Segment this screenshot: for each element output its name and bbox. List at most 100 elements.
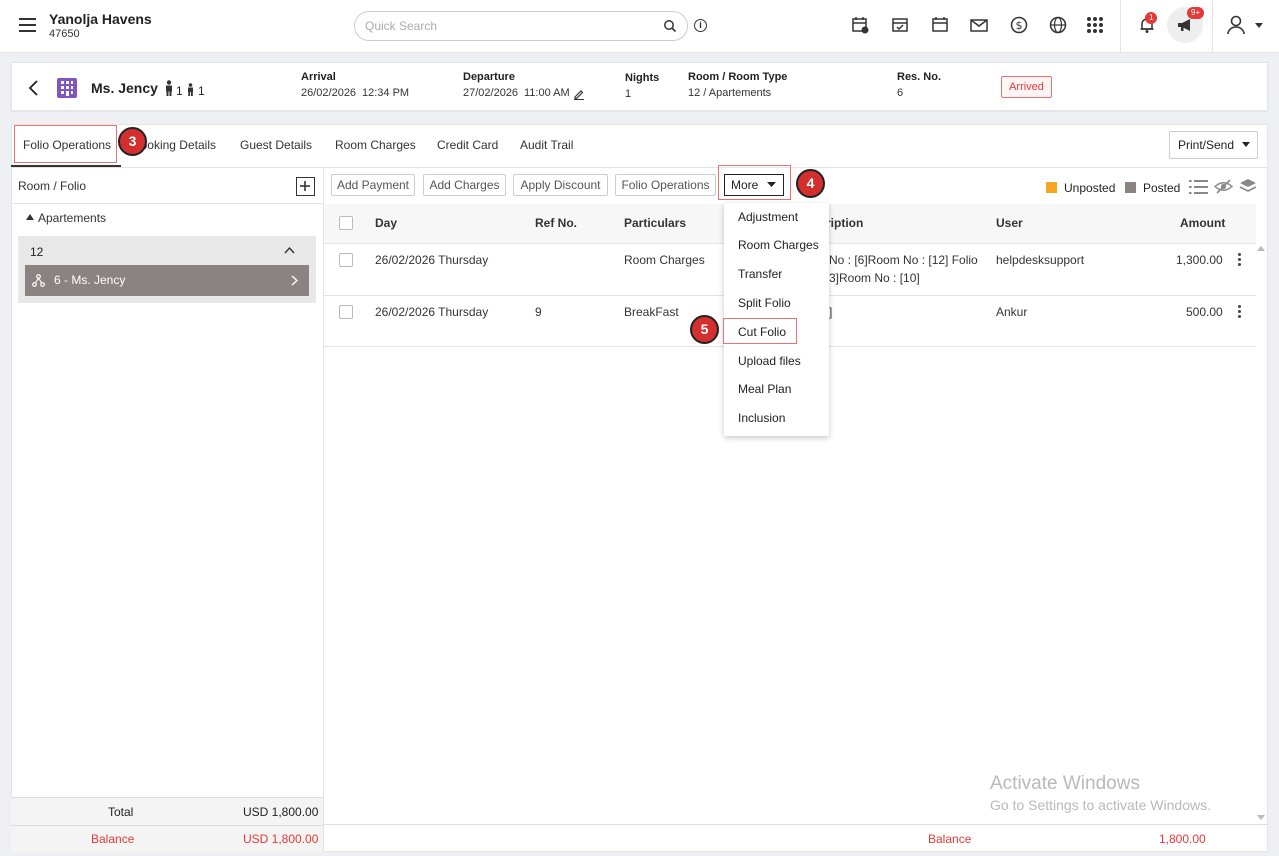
apply-discount-button[interactable]: Apply Discount: [513, 174, 608, 196]
menu-item-room-charges[interactable]: Room Charges: [738, 238, 819, 252]
adult-icon: [166, 80, 172, 96]
column-header-ref: Ref No.: [535, 216, 577, 230]
eye-off-icon[interactable]: [1214, 178, 1233, 195]
tab-booking-details[interactable]: Booking Details: [138, 138, 216, 152]
calendar-icon[interactable]: [930, 15, 950, 35]
calendar-add-icon[interactable]: [850, 15, 870, 35]
row-particulars: BreakFast: [624, 305, 679, 319]
calendar-check-icon[interactable]: [890, 15, 910, 35]
departure-date: 27/02/2026: [463, 87, 519, 99]
row-user: helpdesksupport: [996, 253, 1085, 267]
unposted-legend-swatch: [1046, 182, 1057, 193]
room-number[interactable]: 12: [30, 245, 43, 259]
column-header-day: Day: [375, 216, 398, 230]
scroll-down-arrow[interactable]: [1257, 815, 1265, 820]
chevron-up-icon[interactable]: [284, 247, 295, 254]
balance-divider: [11, 825, 323, 826]
arrival-label: Arrival: [301, 71, 336, 83]
row-checkbox[interactable]: [339, 305, 353, 319]
tab-guest-details[interactable]: Guest Details: [240, 138, 312, 152]
left-pane-header-divider: [11, 203, 323, 204]
menu-item-adjustment[interactable]: Adjustment: [738, 210, 798, 224]
menu-item-inclusion[interactable]: Inclusion: [738, 411, 785, 425]
folio-item[interactable]: 6 - Ms. Jency: [25, 265, 309, 296]
hotel-code: 47650: [49, 28, 80, 40]
step-marker-5: 5: [690, 315, 719, 344]
menu-item-split-folio[interactable]: Split Folio: [738, 296, 791, 310]
apps-grid-icon[interactable]: [1085, 15, 1105, 35]
room-folio-title: Room / Folio: [18, 179, 87, 193]
quick-search[interactable]: [354, 11, 688, 41]
add-payment-button[interactable]: Add Payment: [331, 174, 415, 196]
scroll-up-arrow[interactable]: [1257, 246, 1265, 251]
caret-down-icon: [767, 182, 776, 187]
room-group-label[interactable]: Apartements: [38, 211, 106, 225]
activate-windows-title: Activate Windows: [990, 773, 1140, 794]
row-description: No : [6]Room No : [12] Folio: [829, 253, 978, 267]
tab-room-charges[interactable]: Room Charges: [335, 138, 416, 152]
posted-legend-label: Posted: [1143, 181, 1181, 195]
list-view-icon[interactable]: [1189, 179, 1208, 195]
user-icon[interactable]: [1225, 14, 1247, 36]
add-charges-button[interactable]: Add Charges: [423, 174, 506, 196]
res-no-label: Res. No.: [897, 71, 942, 83]
select-all-checkbox[interactable]: [339, 216, 353, 230]
menu-item-cut-folio[interactable]: Cut Folio: [738, 325, 786, 339]
balance-label: Balance: [91, 832, 135, 846]
edit-pencil-icon[interactable]: [573, 88, 585, 100]
topbar-divider: [1212, 0, 1213, 53]
menu-item-meal-plan[interactable]: Meal Plan: [738, 382, 791, 396]
more-button[interactable]: More: [724, 174, 784, 196]
tab-folio-operations[interactable]: Folio Operations: [23, 138, 111, 152]
unposted-legend-label: Unposted: [1064, 181, 1116, 195]
currency-icon[interactable]: $: [1009, 15, 1029, 35]
row-checkbox[interactable]: [339, 253, 353, 267]
back-arrow-icon[interactable]: [27, 80, 39, 96]
res-no-value: 6: [897, 87, 904, 99]
room-type-label: Room / Room Type: [688, 71, 788, 83]
search-input[interactable]: [365, 18, 655, 34]
print-send-button[interactable]: Print/Send: [1169, 131, 1258, 159]
footer-divider: [324, 824, 1268, 825]
hotel-name: Yanolja Havens: [49, 11, 152, 27]
layers-icon[interactable]: [1239, 178, 1257, 195]
row-amount: 500.00: [1186, 305, 1223, 319]
balance-value: USD 1,800.00: [243, 832, 319, 846]
column-header-description: ription: [826, 216, 864, 230]
caret-up-icon[interactable]: [26, 214, 34, 220]
globe-icon[interactable]: [1048, 15, 1068, 35]
column-header-particulars: Particulars: [624, 216, 687, 230]
menu-item-transfer[interactable]: Transfer: [738, 267, 782, 281]
adult-count: 1: [176, 84, 183, 98]
building-icon: [57, 78, 77, 98]
chevron-right-icon: [291, 275, 298, 286]
step-marker-4: 4: [796, 169, 825, 198]
guest-name: Ms. Jency: [91, 80, 158, 96]
folio-item-label: 6 - Ms. Jency: [54, 273, 126, 287]
departure-time: 11:00 AM: [524, 87, 570, 99]
column-header-amount: Amount: [1180, 216, 1226, 230]
row-day: 26/02/2026 Thursday: [375, 253, 489, 267]
folio-operations-button[interactable]: Folio Operations: [615, 174, 716, 196]
step-marker-3: 3: [118, 127, 147, 156]
info-icon[interactable]: i: [694, 19, 707, 32]
add-folio-button[interactable]: [296, 177, 315, 196]
search-icon[interactable]: [663, 19, 677, 33]
tab-credit-card[interactable]: Credit Card: [437, 138, 498, 152]
row-more-icon[interactable]: [1238, 253, 1242, 268]
print-send-label: Print/Send: [1178, 138, 1235, 152]
nights-label: Nights: [625, 72, 660, 84]
menu-icon[interactable]: [19, 18, 36, 32]
status-badge: Arrived: [1001, 76, 1052, 98]
row-day: 26/02/2026 Thursday: [375, 305, 489, 319]
row-more-icon[interactable]: [1238, 305, 1242, 320]
mail-icon[interactable]: [969, 15, 989, 35]
total-value: USD 1,800.00: [243, 805, 319, 819]
topbar-divider: [1120, 0, 1121, 53]
menu-item-upload-files[interactable]: Upload files: [738, 354, 801, 368]
chevron-down-icon[interactable]: [1255, 23, 1263, 28]
column-header-user: User: [996, 216, 1023, 230]
caret-down-icon: [1242, 142, 1250, 147]
nights-value: 1: [625, 88, 632, 100]
tab-audit-trail[interactable]: Audit Trail: [520, 138, 573, 152]
